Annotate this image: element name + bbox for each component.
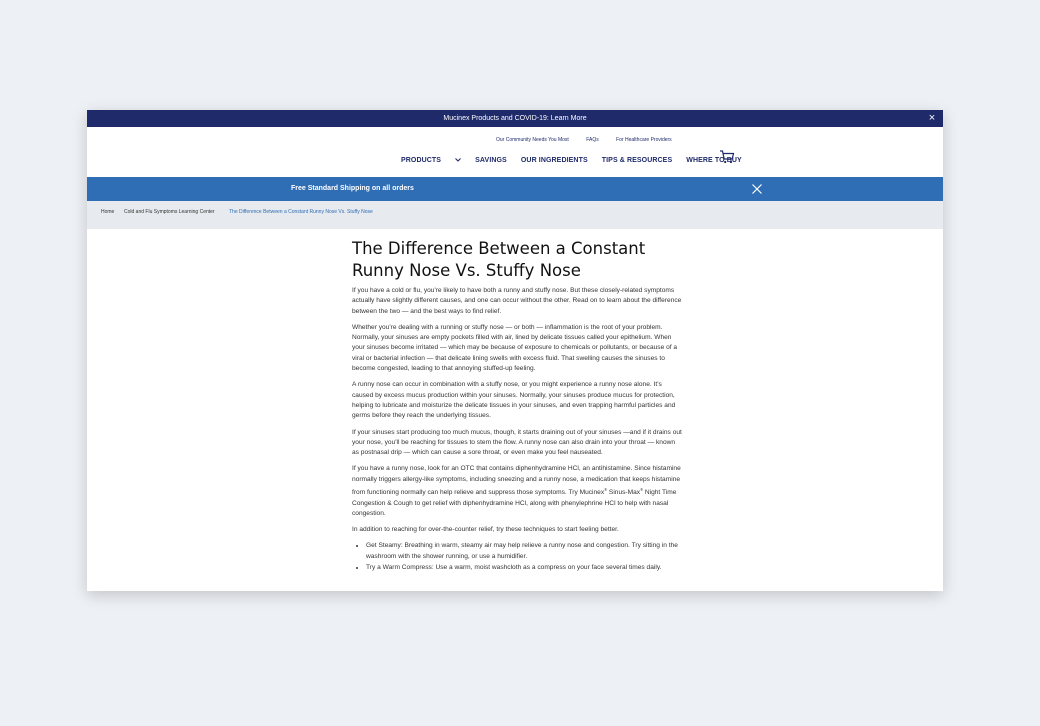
alert-link[interactable]: Mucinex Products and COVID-19: Learn Mor…	[443, 115, 586, 122]
main-nav: PRODUCTS SAVINGS OUR INGREDIENTS TIPS & …	[401, 157, 754, 164]
article-title: The Difference Between a Constant Runny …	[352, 238, 682, 282]
breadcrumb-current: The Difference Between a Constant Runny …	[229, 209, 373, 215]
close-icon[interactable]	[751, 183, 763, 195]
article-paragraph: A runny nose can occur in combination wi…	[352, 381, 676, 420]
nav-tips[interactable]: TIPS & RESOURCES	[602, 157, 672, 164]
alert-close-icon[interactable]: ×	[925, 110, 939, 127]
utility-link-community[interactable]: Our Community Needs You Most	[496, 137, 569, 143]
alert-bar: Mucinex Products and COVID-19: Learn Mor…	[87, 110, 943, 127]
nav-products-label: PRODUCTS	[401, 157, 442, 164]
article-paragraph: If your sinuses start producing too much…	[352, 428, 682, 457]
list-item: Try a Warm Compress: Use a warm, moist w…	[366, 563, 682, 573]
breadcrumb-home[interactable]: Home	[101, 201, 114, 224]
paragraph-text: Sinus-Max	[607, 489, 641, 497]
title-line-2: Runny Nose Vs. Stuffy Nose	[352, 261, 581, 280]
utility-links: Our Community Needs You Most FAQs For He…	[496, 137, 688, 143]
article-paragraph: Whether you're dealing with a running or…	[352, 323, 678, 373]
nav-products[interactable]: PRODUCTS	[401, 157, 461, 164]
article-paragraph: If you have a cold or flu, you're likely…	[352, 287, 682, 315]
chevron-down-icon	[455, 158, 461, 162]
utility-link-faqs[interactable]: FAQs	[586, 137, 599, 143]
nav-ingredients[interactable]: OUR INGREDIENTS	[521, 157, 588, 164]
breadcrumb-learning-center[interactable]: Cold and Flu Symptoms Learning Center	[124, 201, 215, 224]
article-paragraph: If you have a runny nose, look for an OT…	[352, 464, 682, 519]
list-item: Get Steamy: Breathing in warm, steamy ai…	[366, 541, 682, 562]
breadcrumb: Home Cold and Flu Symptoms Learning Cent…	[87, 201, 943, 229]
article-paragraph: In addition to reaching for over-the-cou…	[352, 526, 619, 534]
utility-link-healthcare[interactable]: For Healthcare Providers	[616, 137, 672, 143]
title-line-1: The Difference Between a Constant	[352, 239, 646, 258]
tips-list: Get Steamy: Breathing in warm, steamy ai…	[352, 541, 682, 573]
browser-page: Mucinex Products and COVID-19: Learn Mor…	[87, 110, 943, 591]
nav-savings[interactable]: SAVINGS	[475, 157, 507, 164]
article: The Difference Between a Constant Runny …	[352, 238, 682, 574]
shipping-banner: Free Standard Shipping on all orders	[87, 177, 943, 201]
cart-icon[interactable]	[719, 150, 735, 164]
shipping-text: Free Standard Shipping on all orders	[291, 185, 414, 192]
